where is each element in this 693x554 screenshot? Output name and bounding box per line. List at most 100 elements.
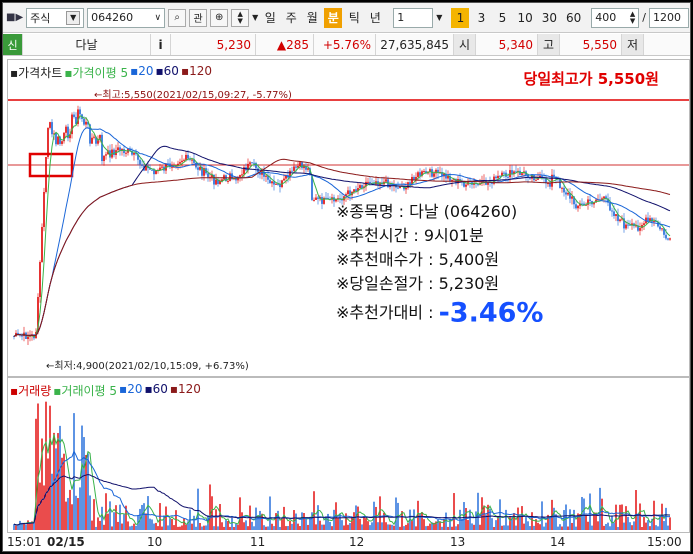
volume-bar — [635, 490, 637, 530]
period-minute[interactable]: 분 — [324, 7, 343, 28]
volume-bar — [243, 522, 245, 530]
volume-bar — [251, 521, 253, 530]
candle-body — [133, 152, 135, 155]
volume-bar — [545, 522, 547, 530]
volume-bar — [267, 526, 269, 530]
volume-bar — [299, 526, 301, 530]
interval-3[interactable]: 3 — [472, 8, 490, 28]
volume-bar — [477, 492, 479, 530]
interval-10[interactable]: 10 — [514, 8, 535, 28]
volume-bar — [177, 526, 179, 530]
volume-bar — [165, 506, 167, 530]
volume-bar — [229, 526, 231, 530]
volume-bar — [303, 513, 305, 530]
interval-5[interactable]: 5 — [493, 8, 511, 28]
code-input[interactable]: 064260 ∨ — [87, 7, 166, 28]
period-year[interactable]: 년 — [366, 8, 384, 28]
volume-bar — [591, 525, 593, 530]
volume-bar — [147, 496, 149, 530]
volume-bar — [63, 453, 65, 530]
link-icon[interactable]: ⊕ — [210, 8, 229, 27]
period-day[interactable]: 일 — [261, 8, 279, 28]
volume-bar — [391, 524, 393, 530]
volume-bar — [309, 518, 311, 530]
right-input[interactable]: 1200 — [649, 7, 690, 28]
candle-body — [215, 179, 217, 185]
volume-bar — [61, 457, 63, 530]
search-icon[interactable]: ⌕ — [168, 8, 187, 27]
period-month[interactable]: 월 — [303, 8, 321, 28]
interval-1[interactable]: 1 — [451, 7, 470, 28]
volume-bar — [469, 509, 471, 530]
volume-bar — [451, 526, 453, 530]
period-week[interactable]: 주 — [282, 8, 300, 28]
candle-body — [561, 187, 563, 189]
interval-30[interactable]: 30 — [539, 8, 560, 28]
info-compare-label: ※추천가대비 : — [336, 303, 434, 322]
volume-bar — [387, 524, 389, 530]
candle-body — [609, 202, 611, 211]
tab-arrow-icon[interactable]: ■▶ — [6, 12, 23, 23]
bars-input[interactable]: 400 ▲ ▼ — [591, 7, 640, 28]
volume-bar — [455, 526, 457, 530]
volume-bar — [587, 521, 589, 530]
volume-bar — [153, 523, 155, 530]
info-button[interactable]: i — [151, 34, 171, 55]
watch-button[interactable]: 관 — [189, 8, 208, 27]
volume-bar — [223, 526, 225, 530]
volume-bar — [445, 512, 447, 530]
spinner-icon[interactable]: ▲ ▼ — [630, 10, 635, 25]
volume-bar — [307, 524, 309, 530]
volume-bar — [341, 520, 343, 530]
chevron-down-icon[interactable]: ∨ — [155, 13, 162, 23]
volume-bar — [171, 519, 173, 530]
chevron-down-icon[interactable]: ▼ — [436, 13, 442, 22]
interval-60[interactable]: 60 — [563, 8, 584, 28]
volume-bar — [609, 526, 611, 530]
volume-bar — [131, 525, 133, 530]
volume-bar — [479, 524, 481, 530]
candle-body — [181, 160, 183, 163]
volume-bar — [145, 513, 147, 530]
x-tick: 13 — [450, 535, 466, 549]
chevron-down-icon[interactable]: ▼ — [252, 13, 258, 22]
volume-bar — [323, 524, 325, 530]
volume-bar — [239, 497, 241, 530]
volume-bar — [49, 405, 51, 530]
volume-bar — [55, 448, 57, 530]
volume-bar — [443, 518, 445, 530]
count-select[interactable]: 1 — [393, 7, 434, 28]
candle-body — [405, 187, 407, 190]
volume-bar — [119, 504, 121, 530]
candle-body — [589, 199, 591, 202]
volume-chart[interactable]: ▪거래량 ▪거래이평 5 ▪20 ▪60 ▪120 — [7, 377, 690, 533]
volume-bar — [327, 513, 329, 530]
candle-body — [417, 172, 419, 177]
volume-bar — [481, 497, 483, 530]
new-tag: 신 — [3, 34, 23, 55]
chevron-down-icon[interactable]: ▼ — [66, 10, 81, 25]
volume-bar — [453, 493, 455, 530]
candle-body — [57, 136, 59, 145]
watch-label: 관 — [193, 14, 203, 25]
change-pct-value: +5.76% — [322, 37, 371, 52]
candle-body — [521, 173, 523, 175]
volume-bar — [369, 525, 371, 530]
volume-bar — [39, 482, 41, 530]
time-axis: 15:01 02/15 10 11 12 13 14 15:00 — [7, 533, 690, 551]
volume-bar — [127, 521, 129, 530]
volume-bar — [199, 522, 201, 530]
volume-bar — [115, 505, 117, 530]
open-price: 5,340 — [476, 34, 538, 55]
period-tick[interactable]: 틱 — [345, 8, 363, 28]
candle-body — [567, 192, 569, 195]
volume-bar — [183, 518, 185, 530]
stock-name-label: 다날 — [75, 38, 98, 52]
price-chart[interactable]: ▪가격차트 ▪가격이평 5 ▪20 ▪60 ▪120 당일최고가 5,550원 … — [7, 59, 690, 377]
volume-bar — [385, 522, 387, 530]
legend-ma120: ▪120 — [180, 64, 212, 78]
market-select[interactable]: 주식 ▼ — [26, 7, 85, 28]
volume-bar — [513, 512, 515, 530]
candle-body — [91, 137, 93, 144]
spinner-icon[interactable]: ▲ ▼ — [231, 8, 250, 27]
